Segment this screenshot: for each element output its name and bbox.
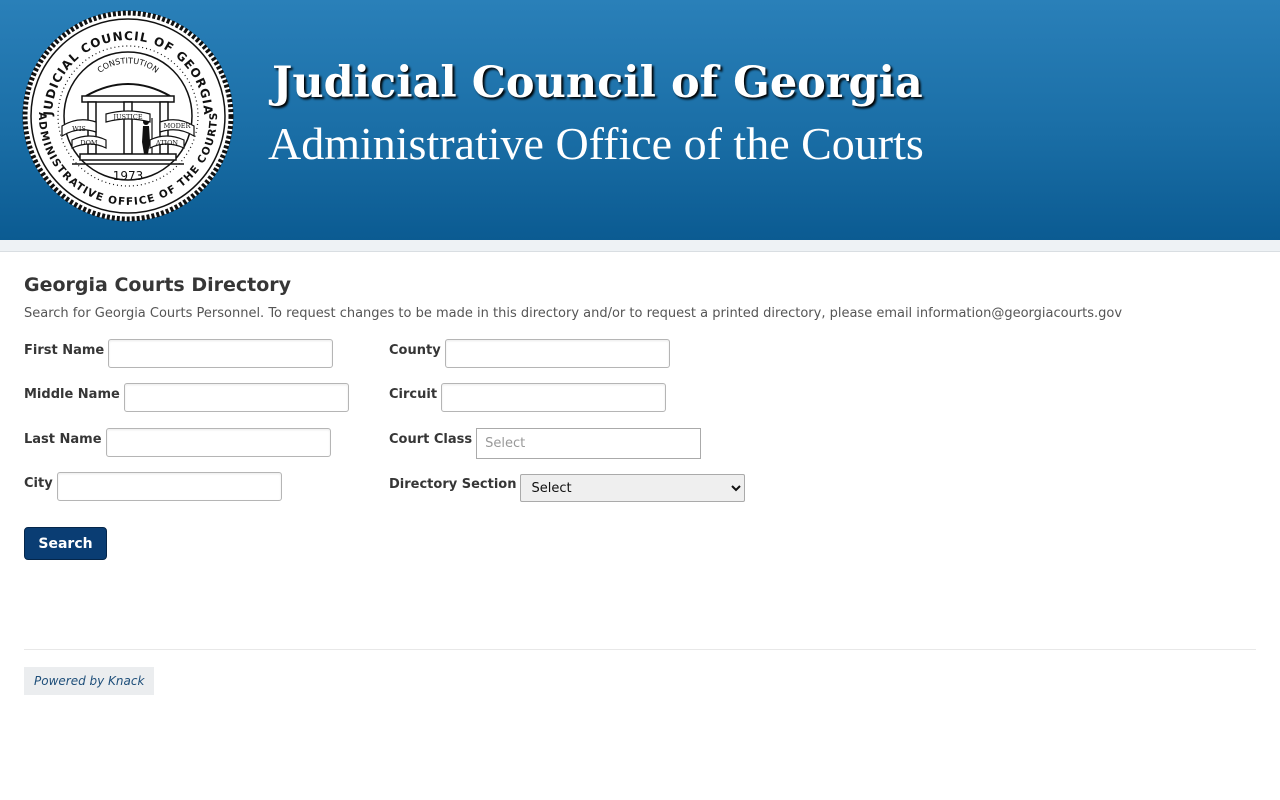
directory-section-field-group: Directory Section Select <box>389 474 746 502</box>
directory-section-label: Directory Section <box>389 477 517 492</box>
circuit-field-group: Circuit <box>389 383 667 412</box>
court-class-input[interactable] <box>476 428 702 459</box>
site-title: Judicial Council of Georgia <box>272 58 923 108</box>
site-subtitle: Administrative Office of the Courts <box>268 118 924 169</box>
circuit-label: Circuit <box>389 387 438 402</box>
search-button[interactable]: Search <box>24 527 107 560</box>
page-title: Georgia Courts Directory <box>24 274 292 296</box>
seal-banner-wis: WIS <box>72 125 86 133</box>
last-name-input[interactable] <box>105 428 331 457</box>
seal-banner-dom: DOM <box>80 139 98 147</box>
last-name-label: Last Name <box>24 432 102 447</box>
middle-name-field-group: Middle Name <box>24 383 349 412</box>
seal-banner-justice: JUSTICE <box>112 113 142 121</box>
court-class-field-group: Court Class <box>389 428 702 459</box>
seal-banner-moder: MODER <box>164 122 192 130</box>
footer-divider <box>24 649 1256 650</box>
first-name-input[interactable] <box>108 339 334 368</box>
first-name-field-group: First Name <box>24 339 334 368</box>
city-field-group: City <box>24 472 282 501</box>
directory-section-select[interactable]: Select <box>520 474 746 502</box>
page-description: Search for Georgia Courts Personnel. To … <box>24 306 1123 321</box>
header-divider-band <box>0 240 1280 252</box>
seal-logo: JUDICIAL COUNCIL OF GEORGIA ADMINISTRATI… <box>22 10 234 222</box>
middle-name-label: Middle Name <box>24 387 120 402</box>
first-name-label: First Name <box>24 343 105 358</box>
circuit-input[interactable] <box>441 383 667 412</box>
powered-by-knack-link[interactable]: Powered by Knack <box>24 667 155 695</box>
seal-year: 1973 <box>113 169 144 183</box>
county-field-group: County <box>389 339 670 368</box>
header-banner: JUDICIAL COUNCIL OF GEORGIA ADMINISTRATI… <box>0 0 1280 240</box>
county-label: County <box>389 343 441 358</box>
last-name-field-group: Last Name <box>24 428 331 457</box>
city-label: City <box>24 476 53 491</box>
court-class-label: Court Class <box>389 432 473 447</box>
city-input[interactable] <box>56 472 282 501</box>
middle-name-input[interactable] <box>123 383 349 412</box>
seal-banner-ation: ATION <box>155 139 179 147</box>
county-input[interactable] <box>444 339 670 368</box>
